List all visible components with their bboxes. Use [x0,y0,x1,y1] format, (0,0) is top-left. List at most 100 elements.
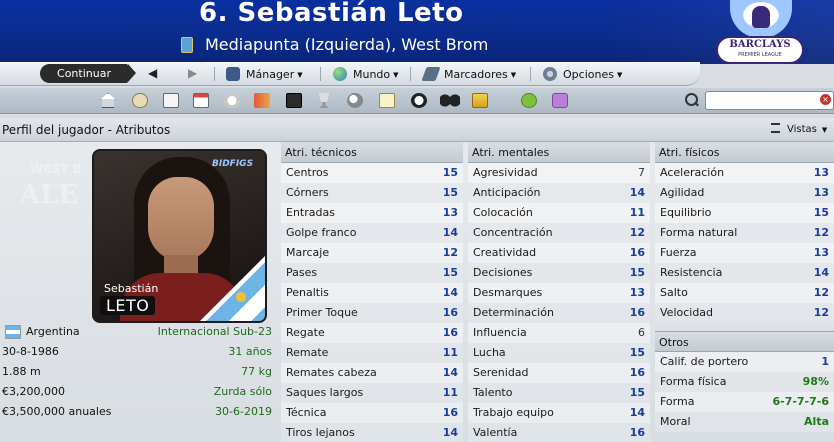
attr-row[interactable]: Serenidad 16 [468,363,650,383]
attr-value: 16 [442,306,458,319]
player-name-label: Sebastián LETO [100,282,158,315]
attr-row[interactable]: Regate 16 [281,323,463,343]
squad-icon[interactable] [224,93,240,108]
attr-row[interactable]: Remate 11 [281,343,463,363]
attr-name: Fuerza [660,246,697,259]
home-icon[interactable] [100,93,116,108]
notes-icon[interactable] [379,93,395,108]
attr-row[interactable]: Salto 12 [655,283,834,303]
nation-flag-icon [181,37,193,53]
attr-row[interactable]: Entradas 13 [281,203,463,223]
tactics-icon[interactable] [286,93,302,108]
info-value: €3,200,000 [2,385,65,398]
attr-row[interactable]: Córners 15 [281,183,463,203]
attr-row[interactable]: Marcaje 12 [281,243,463,263]
news-icon[interactable] [163,93,179,108]
trophy-icon[interactable] [318,93,330,108]
menu-options[interactable]: Opciones ▼ [543,67,622,81]
forward-arrow-icon[interactable]: ▶ [188,66,197,80]
gear-icon [543,67,557,81]
scouting-icon[interactable] [347,93,363,108]
attr-row[interactable]: Tiros lejanos 14 [281,423,463,442]
attr-name: Agilidad [660,186,705,199]
attr-row[interactable]: Valentía 16 [468,423,650,442]
attr-row[interactable]: Penaltis 14 [281,283,463,303]
attr-row[interactable]: Agresividad 7 [468,163,650,183]
finance-icon[interactable] [472,93,488,108]
attr-name: Talento [473,386,513,399]
views-dropdown[interactable]: Vistas ▼ [771,123,827,135]
player-photo-card: BIDFIGS Sebastián LETO [92,149,267,323]
attr-row[interactable]: Moral Alta [655,412,834,432]
attr-row[interactable]: Determinación 16 [468,303,650,323]
continue-button[interactable]: Continuar [40,64,136,83]
binoculars-icon[interactable] [440,93,460,108]
attr-row[interactable]: Primer Toque 16 [281,303,463,323]
attr-row[interactable]: Concentración 12 [468,223,650,243]
attr-name: Remates cabeza [286,366,377,379]
attr-value: 14 [629,406,645,419]
attr-row[interactable]: Influencia 6 [468,323,650,343]
menu-manager-label: Mánager [246,68,295,81]
attr-row[interactable]: Agilidad 13 [655,183,834,203]
club-icon[interactable] [132,93,148,108]
player-photo: BIDFIGS Sebastián LETO [92,149,267,323]
page-subtitle[interactable]: Mediapunta (Izquierda), West Brom [205,35,488,54]
attr-value: 16 [629,366,645,379]
info-international[interactable]: Internacional Sub-23 [158,322,272,342]
about-icon[interactable] [552,93,568,108]
attr-row[interactable]: Calif. de portero 1 [655,352,834,372]
attr-row[interactable]: Equilibrio 15 [655,203,834,223]
attr-row[interactable]: Fuerza 13 [655,243,834,263]
attr-value: 16 [442,326,458,339]
attr-row[interactable]: Saques largos 11 [281,383,463,403]
menu-manager[interactable]: Mánager ▼ [226,67,303,81]
attr-row[interactable]: Decisiones 15 [468,263,650,283]
attr-row[interactable]: Forma 6-7-7-7-6 [655,392,834,412]
attr-name: Pases [286,266,318,279]
attr-row[interactable]: Desmarques 13 [468,283,650,303]
info-foot: Zurda sólo [213,385,272,398]
attr-row[interactable]: Resistencia 14 [655,263,834,283]
attr-value: 16 [442,406,458,419]
match-icon[interactable] [411,93,427,108]
attr-row[interactable]: Velocidad 12 [655,303,834,323]
attr-row[interactable]: Pases 15 [281,263,463,283]
attr-row[interactable]: Centros 15 [281,163,463,183]
attr-row[interactable]: Colocación 11 [468,203,650,223]
info-row-contract: €3,500,000 anuales 30-6-2019 [0,402,276,422]
menu-world[interactable]: Mundo ▼ [333,67,399,81]
attr-row[interactable]: Lucha 15 [468,343,650,363]
attr-row[interactable]: Forma natural 12 [655,223,834,243]
others-title: Otros [655,331,834,352]
attr-row[interactable]: Anticipación 14 [468,183,650,203]
technical-attributes-panel: Atri. técnicos Centros 15 Córners 15 Entra… [281,142,463,442]
transfers-icon[interactable] [254,93,270,108]
back-arrow-icon[interactable]: ◀ [148,66,157,80]
search-icon[interactable] [684,92,700,108]
calendar-icon[interactable] [193,93,209,108]
attr-row[interactable]: Talento 15 [468,383,650,403]
attr-row[interactable]: Aceleración 13 [655,163,834,183]
close-icon[interactable]: × [820,94,831,105]
menu-separator [530,67,531,81]
search-input[interactable]: × [705,91,834,110]
help-icon[interactable] [521,93,537,108]
chevron-down-icon: ▼ [821,126,828,134]
menu-scores[interactable]: Marcadores ▼ [421,67,516,81]
menu-options-label: Opciones [563,68,614,81]
attr-row[interactable]: Remates cabeza 14 [281,363,463,383]
league-logo[interactable]: BARCLAYS PREMIER LEAGUE [716,0,804,64]
info-nationality[interactable]: Argentina [26,322,80,342]
attr-row[interactable]: Trabajo equipo 14 [468,403,650,423]
attr-row[interactable]: Creatividad 16 [468,243,650,263]
attr-name: Forma natural [660,226,738,239]
nation-flag-icon[interactable] [5,325,21,339]
player-info-table: Argentina Internacional Sub-23 30-8-1986… [0,322,276,422]
attr-row[interactable]: Golpe franco 14 [281,223,463,243]
technical-attributes-list: Centros 15 Córners 15 Entradas 13 Golpe fra… [281,163,463,442]
attr-row[interactable]: Forma física 98% [655,372,834,392]
attr-name: Remate [286,346,329,359]
attr-name: Centros [286,166,329,179]
attr-row[interactable]: Técnica 16 [281,403,463,423]
